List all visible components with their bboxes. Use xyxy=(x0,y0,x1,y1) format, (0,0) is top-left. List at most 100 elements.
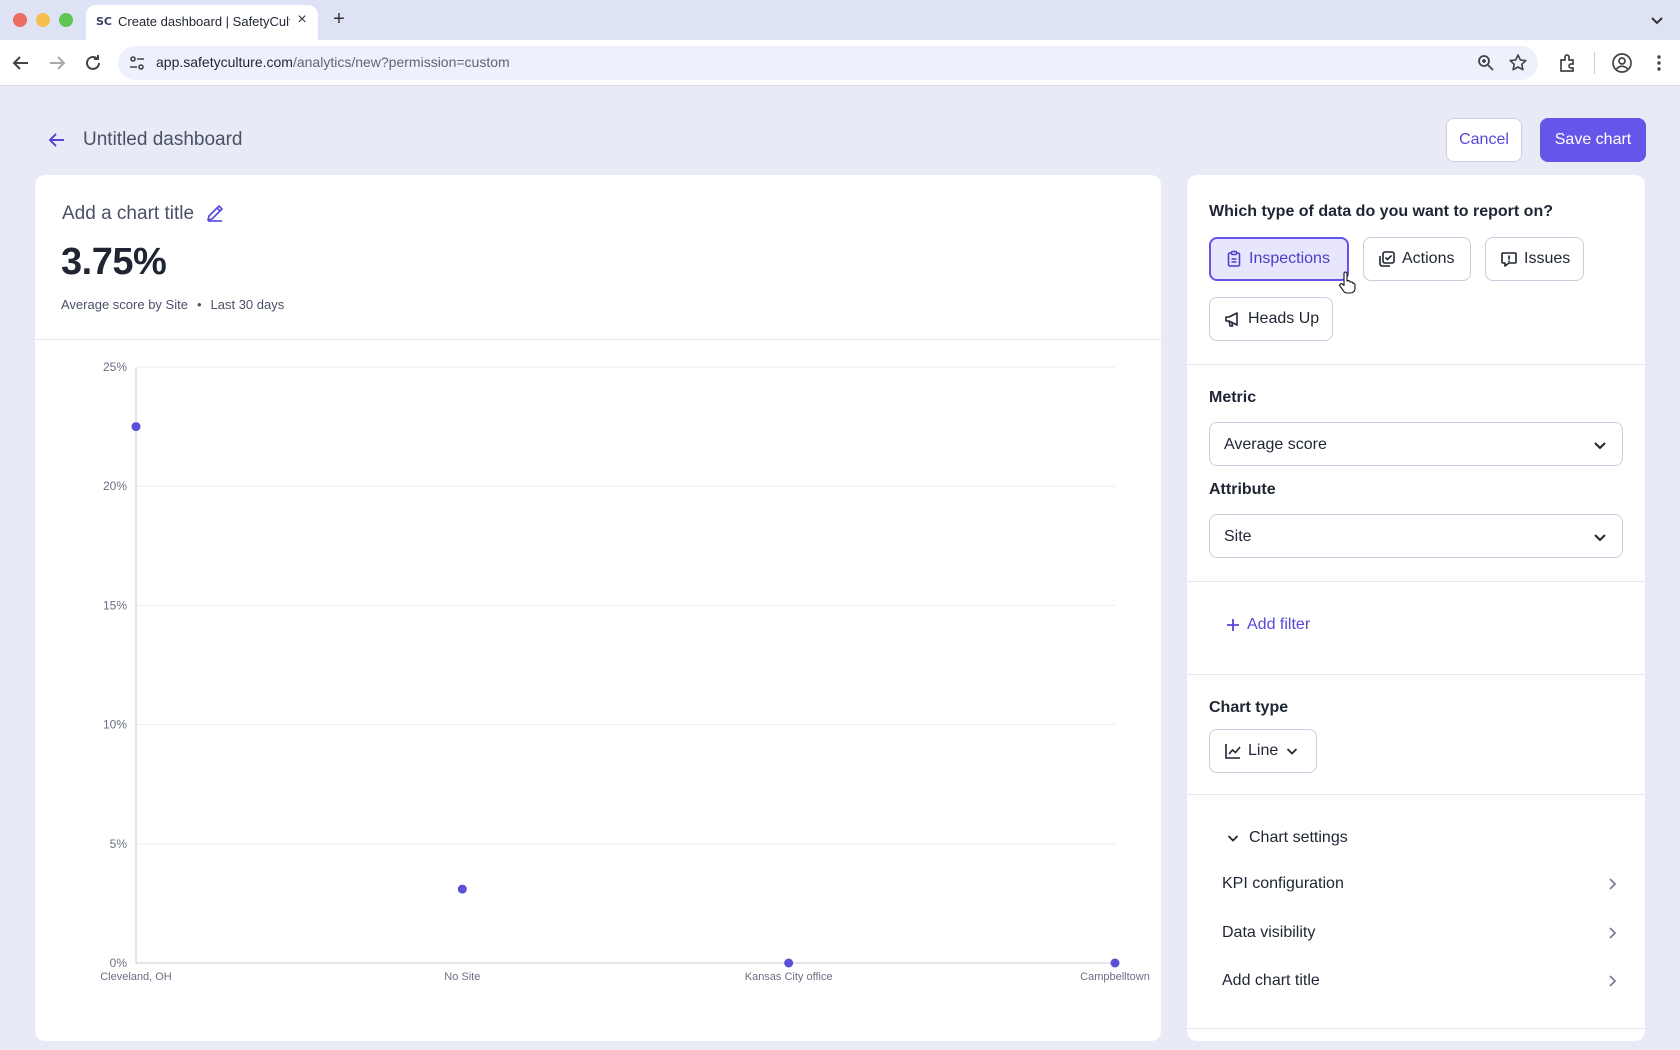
attribute-label: Attribute xyxy=(1209,481,1276,498)
chart-title-placeholder[interactable]: Add a chart title xyxy=(62,203,194,225)
profile-icon[interactable] xyxy=(1611,52,1633,74)
metric-select[interactable]: Average score xyxy=(1209,422,1623,466)
window-minimize-button[interactable] xyxy=(36,13,50,27)
data-point xyxy=(457,884,467,894)
settings-row-data-visibility[interactable]: Data visibility xyxy=(1222,918,1622,948)
toolbar-divider xyxy=(1594,52,1595,74)
data-point xyxy=(784,958,794,968)
section-divider xyxy=(1187,581,1645,582)
chart-canvas: 0% 5% 10% 15% 20% 25% Cleveland, OH No Site Kans… xyxy=(100,360,1150,983)
data-type-issues-button[interactable]: Issues xyxy=(1485,237,1584,281)
data-type-inspections-button[interactable]: Inspections xyxy=(1209,237,1349,281)
tab-close-icon[interactable]: × xyxy=(293,11,311,29)
chevron-right-icon xyxy=(1609,878,1617,890)
section-divider xyxy=(1187,674,1645,675)
chevron-right-icon xyxy=(1609,975,1617,987)
data-type-label: Issues xyxy=(1524,250,1571,267)
plus-icon xyxy=(1227,619,1239,631)
back-icon[interactable] xyxy=(10,52,32,74)
metric-label: Metric xyxy=(1209,389,1257,406)
settings-row-label: Add chart title xyxy=(1222,972,1320,989)
kpi-period-text: Last 30 days xyxy=(210,297,285,312)
alert-bubble-icon xyxy=(1501,252,1517,267)
section-divider xyxy=(1187,1028,1645,1029)
metric-select-value: Average score xyxy=(1224,436,1327,453)
x-tick-label: No Site xyxy=(444,971,480,983)
separator-dot: • xyxy=(196,297,202,312)
chevron-down-icon xyxy=(1594,442,1606,450)
chevron-down-icon xyxy=(1594,534,1606,542)
page-title[interactable]: Untitled dashboard xyxy=(83,129,243,151)
kpi-metric-text: Average score by Site xyxy=(61,297,188,312)
line-chart-icon xyxy=(1225,744,1241,759)
chart-type-select[interactable]: Line xyxy=(1209,729,1317,773)
y-tick-label: 15% xyxy=(103,598,127,612)
hand-pointer-cursor-icon xyxy=(1339,271,1356,294)
y-tick-label: 25% xyxy=(103,360,127,374)
settings-row-label: KPI configuration xyxy=(1222,875,1344,892)
data-point xyxy=(131,422,141,432)
new-tab-icon[interactable]: + xyxy=(328,8,350,30)
data-type-actions-button[interactable]: Actions xyxy=(1363,237,1471,281)
attribute-select-value: Site xyxy=(1224,528,1252,545)
data-type-label: Actions xyxy=(1402,250,1455,267)
data-type-question: Which type of data do you want to report… xyxy=(1209,203,1553,220)
window-close-button[interactable] xyxy=(13,13,27,27)
y-tick-label: 10% xyxy=(103,718,127,732)
extensions-icon[interactable] xyxy=(1557,52,1579,74)
y-tick-label: 0% xyxy=(110,956,128,970)
browser-menu-icon[interactable] xyxy=(1648,52,1670,74)
forward-icon[interactable] xyxy=(46,52,68,74)
window-maximize-button[interactable] xyxy=(59,13,73,27)
url-path: /analytics/new?permission=custom xyxy=(292,54,510,70)
data-type-heads-up-button[interactable]: Heads Up xyxy=(1209,297,1333,341)
safetyculture-favicon-icon: SC xyxy=(96,15,112,28)
site-info-icon[interactable] xyxy=(128,54,146,72)
zoom-icon[interactable] xyxy=(1476,53,1496,73)
tab-title: Create dashboard | SafetyCulture xyxy=(118,14,290,29)
megaphone-icon xyxy=(1225,312,1238,327)
checkbox-stack-icon xyxy=(1379,251,1395,267)
y-tick-label: 20% xyxy=(103,479,127,493)
x-tick-label: Campbelltown xyxy=(1080,971,1150,983)
y-tick-label: 5% xyxy=(110,837,128,851)
chevron-down-icon xyxy=(1287,748,1298,755)
x-tick-label: Cleveland, OH xyxy=(100,971,172,983)
data-type-label: Inspections xyxy=(1249,250,1330,267)
settings-row-kpi-configuration[interactable]: KPI configuration xyxy=(1222,869,1622,899)
url-text: app.safetyculture.com/analytics/new?perm… xyxy=(156,54,510,70)
chart-type-value: Line xyxy=(1248,742,1279,759)
chart-preview-panel: Add a chart title 3.75% Average score by… xyxy=(35,175,1161,1041)
address-bar[interactable]: app.safetyculture.com/analytics/new?perm… xyxy=(118,46,1538,80)
data-type-label: Heads Up xyxy=(1248,310,1320,327)
kpi-subtitle: Average score by Site • Last 30 days xyxy=(61,297,284,312)
add-filter-label: Add filter xyxy=(1247,616,1311,633)
settings-row-add-chart-title[interactable]: Add chart title xyxy=(1222,966,1622,996)
browser-toolbar: app.safetyculture.com/analytics/new?perm… xyxy=(0,40,1680,86)
edit-pencil-icon[interactable] xyxy=(204,202,226,224)
browser-tab[interactable]: SC Create dashboard | SafetyCulture × xyxy=(86,5,318,40)
chart-settings-toggle[interactable]: Chart settings xyxy=(1225,829,1348,847)
url-host: app.safetyculture.com xyxy=(156,54,293,70)
chart-settings-label: Chart settings xyxy=(1249,829,1348,846)
reload-icon[interactable] xyxy=(82,52,104,74)
tab-search-chevron-icon[interactable] xyxy=(1647,10,1667,30)
back-arrow-icon[interactable] xyxy=(46,129,68,151)
section-divider xyxy=(1187,794,1645,795)
chevron-right-icon xyxy=(1609,927,1617,939)
browser-tab-bar: SC Create dashboard | SafetyCulture × + xyxy=(0,0,1680,40)
chevron-down-icon xyxy=(1227,835,1239,842)
x-tick-label: Kansas City office xyxy=(745,971,833,983)
kpi-value: 3.75% xyxy=(61,241,167,283)
chart-config-panel: Which type of data do you want to report… xyxy=(1187,175,1645,1041)
cancel-button[interactable]: Cancel xyxy=(1446,118,1522,162)
clipboard-icon xyxy=(1227,250,1241,267)
bookmark-star-icon[interactable] xyxy=(1508,53,1528,73)
chart-type-label: Chart type xyxy=(1209,699,1289,716)
data-point xyxy=(1110,958,1120,968)
save-chart-button[interactable]: Save chart xyxy=(1540,118,1646,162)
add-filter-button[interactable]: Add filter xyxy=(1225,616,1310,634)
settings-row-label: Data visibility xyxy=(1222,924,1316,941)
attribute-select[interactable]: Site xyxy=(1209,514,1623,558)
section-divider xyxy=(1187,364,1645,365)
